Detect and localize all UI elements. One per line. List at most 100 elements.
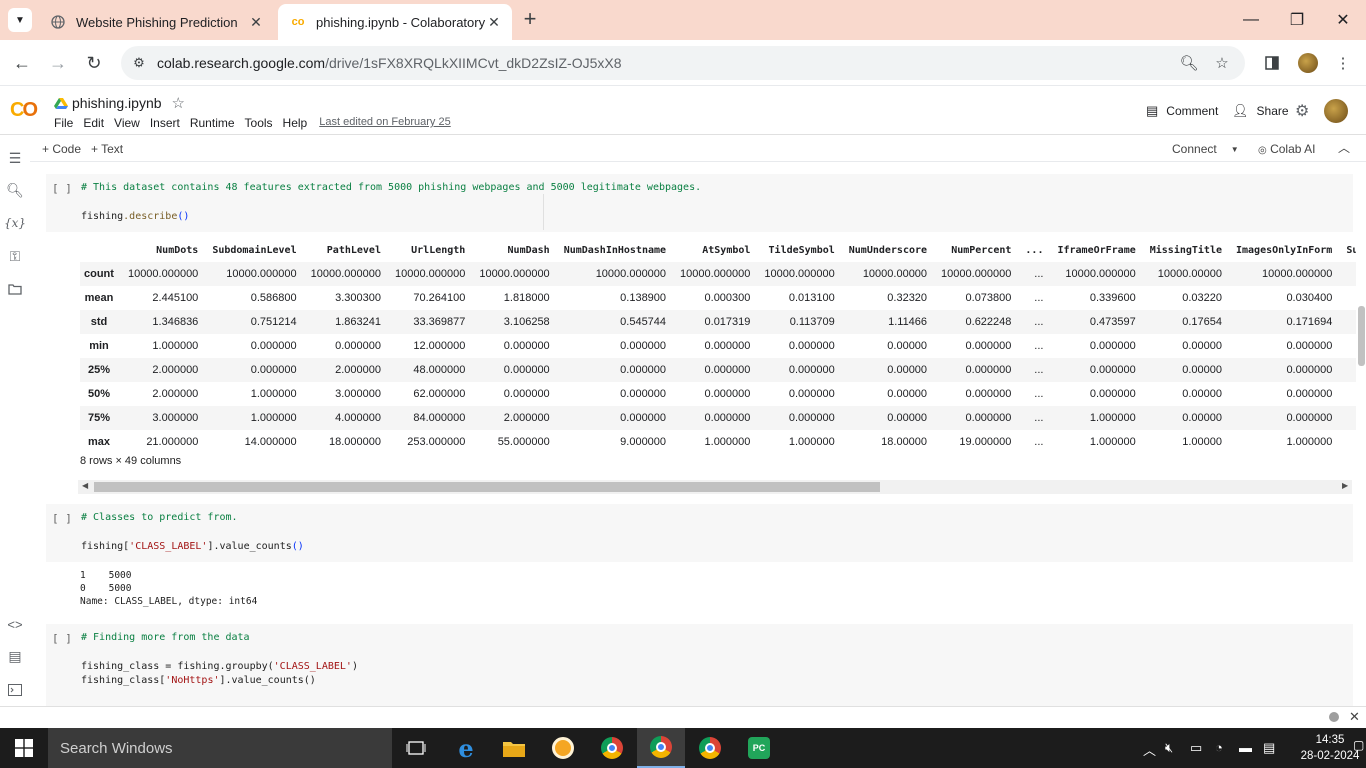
column-header: SubdomainLevel: [212, 244, 297, 256]
brave-browser-icon[interactable]: [539, 728, 587, 768]
browser-tab-colab[interactable]: co phishing.ipynb - Colaboratory ✕: [278, 4, 512, 40]
table-cell: 0.00000: [887, 412, 928, 424]
add-code-button[interactable]: + Code: [42, 142, 81, 156]
run-cell-button[interactable]: [ ]: [52, 182, 72, 195]
forward-button[interactable]: →: [45, 50, 71, 76]
table-cell: 3.000000: [335, 388, 381, 400]
side-panel-icon[interactable]: [1259, 50, 1285, 76]
menu-insert[interactable]: Insert: [150, 116, 180, 130]
table-row: std 1.346836 0.751214 1.863241 33.369877 3.10…: [80, 310, 1356, 334]
wifi-icon[interactable]: ◔: [1215, 740, 1223, 755]
code-token: fishing[: [81, 541, 130, 552]
code-line[interactable]: # Classes to predict from.: [81, 512, 238, 523]
restore-button[interactable]: ❐: [1274, 0, 1320, 40]
system-clock[interactable]: 14:35 28-02-2024: [1300, 732, 1360, 764]
code-line[interactable]: fishing_class = fishing.groupby('CLASS_L…: [81, 661, 358, 672]
scrollbar-thumb[interactable]: [94, 482, 880, 492]
new-tab-button[interactable]: +: [518, 8, 542, 32]
table-cell: 55.000000: [497, 436, 550, 448]
code-cell-groupby[interactable]: [ ] # Finding more from the data fishing…: [46, 624, 1353, 706]
code-line[interactable]: fishing_class['NoHttps'].value_counts(): [81, 675, 316, 686]
menu-runtime[interactable]: Runtime: [190, 116, 235, 130]
menu-tools[interactable]: Tools: [245, 116, 273, 130]
last-edited-link[interactable]: Last edited on February 25: [319, 116, 450, 130]
chrome-icon[interactable]: [588, 728, 636, 768]
reload-button[interactable]: ↻: [81, 50, 107, 76]
address-bar[interactable]: ⚙ colab.research.google.com/drive/1sFX8X…: [121, 46, 1245, 80]
secrets-key-icon[interactable]: ⚿: [5, 246, 25, 266]
minimize-button[interactable]: —: [1228, 0, 1274, 40]
profile-avatar[interactable]: [1295, 50, 1321, 76]
zoom-icon[interactable]: 🔍︎: [1179, 54, 1198, 72]
pc-manager-icon[interactable]: PC: [735, 728, 783, 768]
notifications-icon[interactable]: ▢: [1353, 738, 1364, 752]
cell-divider: [543, 194, 544, 230]
share-button[interactable]: 👤︎ Share: [1232, 103, 1289, 119]
code-snippets-icon[interactable]: <>: [5, 614, 25, 634]
variables-icon[interactable]: {x}: [4, 213, 26, 233]
task-view-icon[interactable]: [392, 728, 440, 768]
close-window-button[interactable]: ✕: [1320, 0, 1366, 40]
menu-edit[interactable]: Edit: [83, 116, 104, 130]
back-button[interactable]: ←: [9, 50, 35, 76]
code-line[interactable]: # This dataset contains 48 features extr…: [81, 182, 701, 193]
url-text[interactable]: colab.research.google.com/drive/1sFX8XRQ…: [157, 55, 622, 71]
close-icon[interactable]: ✕: [248, 14, 264, 31]
bookmark-star-icon[interactable]: ☆: [1213, 54, 1231, 72]
display-icon[interactable]: ▬: [1239, 740, 1252, 755]
scroll-right-arrow-icon[interactable]: ▶: [1342, 481, 1348, 490]
run-cell-button[interactable]: [ ]: [52, 632, 72, 645]
menu-dots-icon[interactable]: ⋮: [1330, 50, 1356, 76]
close-icon[interactable]: ✕: [486, 14, 502, 31]
browser-tab-website-phishing[interactable]: Website Phishing Prediction ✕: [38, 4, 274, 40]
tab-search-button[interactable]: ▼: [8, 8, 32, 32]
connect-button[interactable]: Connect ▼: [1172, 142, 1239, 156]
vertical-scrollbar[interactable]: [1356, 162, 1366, 706]
keyboard-icon[interactable]: ▤: [1263, 740, 1275, 756]
scrollbar-thumb[interactable]: [1358, 306, 1365, 366]
settings-gear-icon[interactable]: ⚙: [1295, 101, 1309, 121]
run-cell-button[interactable]: [ ]: [52, 512, 72, 525]
close-icon[interactable]: ✕: [1349, 709, 1360, 725]
menu-help[interactable]: Help: [283, 116, 308, 130]
battery-icon[interactable]: ▭: [1190, 740, 1202, 756]
chrome-profile-r-icon[interactable]: [686, 728, 734, 768]
comment-button[interactable]: ▤ Comment: [1146, 103, 1218, 119]
account-avatar[interactable]: [1324, 99, 1348, 123]
chevron-up-icon[interactable]: ︿: [1338, 139, 1350, 156]
chevron-up-icon[interactable]: ︿: [1143, 740, 1156, 759]
code-cell-describe[interactable]: [ ] # This dataset contains 48 features …: [46, 174, 1353, 232]
code-cell-value-counts[interactable]: [ ] # Classes to predict from. fishing['…: [46, 504, 1353, 562]
scroll-left-arrow-icon[interactable]: ◀: [82, 481, 88, 490]
code-line[interactable]: fishing['CLASS_LABEL'].value_counts(): [81, 541, 304, 552]
colab-logo[interactable]: CO: [10, 99, 38, 122]
table-cell: 2.000000: [152, 388, 199, 400]
code-line[interactable]: fishing.describe(): [81, 211, 189, 222]
horizontal-scrollbar[interactable]: ◀ ▶: [78, 480, 1352, 494]
code-line[interactable]: # Finding more from the data: [81, 632, 250, 643]
star-icon[interactable]: ☆: [172, 94, 185, 112]
table-cell: 0.545744: [620, 316, 667, 328]
table-of-contents-icon[interactable]: ☰: [5, 148, 25, 168]
notebook-title[interactable]: phishing.ipynb: [72, 95, 162, 111]
terminal-icon[interactable]: [5, 680, 25, 700]
table-cell: 14.000000: [244, 436, 297, 448]
column-header: NumUnderscore: [848, 244, 928, 256]
site-settings-icon[interactable]: ⚙: [129, 53, 149, 73]
menu-file[interactable]: File: [54, 116, 73, 130]
chrome-profile-icon[interactable]: [637, 728, 685, 768]
command-palette-icon[interactable]: ▤: [5, 646, 25, 666]
file-explorer-icon[interactable]: [490, 728, 538, 768]
files-folder-icon[interactable]: [5, 279, 25, 299]
windows-start-button[interactable]: [0, 728, 48, 768]
windows-search-box[interactable]: Search Windows: [48, 728, 392, 768]
edge-browser-icon[interactable]: e: [442, 728, 490, 768]
volume-muted-icon[interactable]: 🔇︎: [1165, 740, 1173, 756]
colab-ai-button[interactable]: ◎ Colab AI: [1258, 142, 1315, 156]
menu-view[interactable]: View: [114, 116, 140, 130]
search-icon[interactable]: 🔍︎: [5, 180, 25, 200]
add-text-button[interactable]: + Text: [91, 142, 123, 156]
table-cell: 1.000000: [250, 388, 297, 400]
arrow-left-icon: ←: [13, 52, 31, 73]
table-cell: ...: [1034, 340, 1044, 352]
